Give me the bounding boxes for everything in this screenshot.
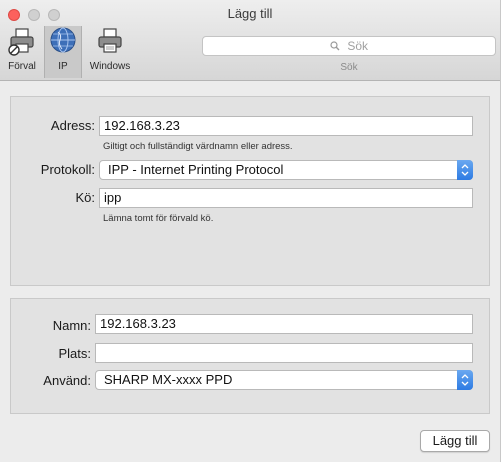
queue-field[interactable]: ipp — [99, 188, 473, 208]
toolbar-label-windows: Windows — [89, 61, 131, 72]
protocol-value: IPP - Internet Printing Protocol — [108, 162, 284, 177]
protocol-label: Protokoll: — [40, 162, 95, 177]
title-toolbar: Lägg till Förval IP Windows Sök Sök — [0, 0, 500, 81]
queue-hint: Lämna tomt för förvald kö. — [103, 213, 214, 224]
address-hint: Giltigt och fullständigt värdnamn eller … — [103, 141, 293, 152]
address-field[interactable]: 192.168.3.23 — [99, 116, 473, 136]
name-field[interactable]: 192.168.3.23 — [95, 314, 473, 334]
connection-panel: Adress: 192.168.3.23 Giltigt och fullstä… — [10, 96, 490, 286]
search-caption: Sök — [340, 62, 358, 73]
location-label: Plats: — [58, 346, 91, 361]
search-icon — [330, 39, 343, 53]
toolbar-item-default[interactable]: Förval — [2, 26, 42, 78]
add-printer-window: Lägg till Förval IP Windows Sök Sök Adre… — [0, 0, 501, 462]
toolbar-item-ip[interactable]: IP — [44, 26, 82, 78]
toolbar-label-default: Förval — [8, 61, 36, 72]
driver-value: SHARP MX-xxxx PPD — [104, 372, 233, 387]
search-field[interactable]: Sök — [202, 36, 496, 56]
popup-arrows-icon — [457, 160, 473, 180]
location-field[interactable] — [95, 343, 473, 363]
popup-arrows-icon — [457, 370, 473, 390]
add-button[interactable]: Lägg till — [420, 430, 490, 452]
protocol-popup[interactable]: IPP - Internet Printing Protocol — [99, 160, 473, 180]
toolbar-item-windows[interactable]: Windows — [86, 26, 134, 78]
printer-default-icon — [2, 26, 42, 59]
name-label: Namn: — [52, 318, 91, 333]
use-label: Använd: — [43, 373, 91, 388]
globe-icon — [45, 26, 81, 59]
driver-popup[interactable]: SHARP MX-xxxx PPD — [95, 370, 473, 390]
search-placeholder-text: Sök — [347, 39, 369, 53]
toolbar-label-ip: IP — [58, 61, 68, 72]
printer-windows-icon — [86, 26, 134, 59]
printer-info-panel: Namn: 192.168.3.23 Plats: Använd: SHARP … — [10, 298, 490, 414]
address-label: Adress: — [50, 118, 95, 133]
window-title: Lägg till — [227, 6, 273, 21]
queue-label: Kö: — [75, 190, 95, 205]
search-placeholder: Sök — [203, 39, 495, 53]
